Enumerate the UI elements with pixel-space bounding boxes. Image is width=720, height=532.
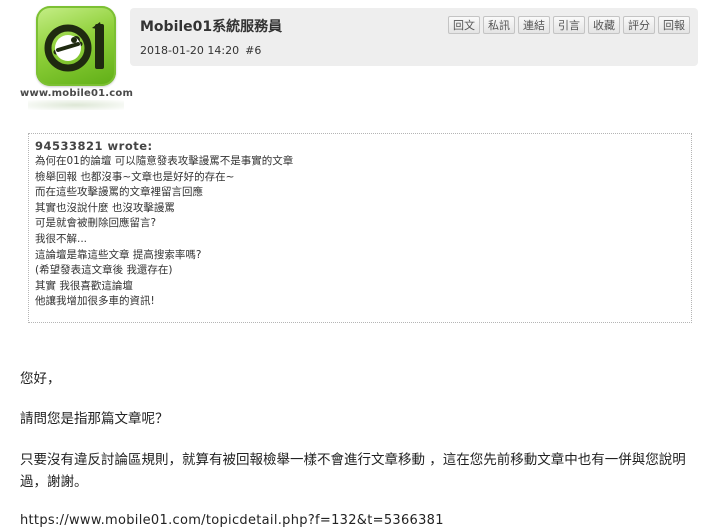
avatar[interactable]: www.mobile01.com <box>20 4 134 110</box>
topic-link[interactable]: https://www.mobile01.com/topicdetail.php… <box>20 513 444 528</box>
quote-line: 他讓我增加很多車的資訊! <box>35 295 155 308</box>
avatar-url: www.mobile01.com <box>20 88 134 99</box>
reply-explanation: 只要沒有違反討論區規則，就算有被回報檢舉一樣不會進行文章移動 ，這在您先前移動文… <box>20 452 686 490</box>
reply-button[interactable]: 回文 <box>448 16 480 34</box>
rate-button[interactable]: 評分 <box>623 16 655 34</box>
avatar-shadow <box>28 100 124 110</box>
link-button[interactable]: 連結 <box>518 16 550 34</box>
report-button[interactable]: 回報 <box>658 16 690 34</box>
quote-button[interactable]: 引言 <box>553 16 585 34</box>
mobile01-logo-icon <box>36 6 116 86</box>
post-date: 2018-01-20 14:20 <box>140 44 240 57</box>
quote-line: 這論壇是靠這些文章 提高搜索率嗎? <box>35 248 202 261</box>
reply-question: 請問您是指那篇文章呢？ <box>20 411 169 427</box>
quote-line: 檢舉回報 也都沒事~文章也是好好的存在~ <box>35 170 235 183</box>
quote-line: 我很不解... <box>35 232 88 245</box>
quote-line: 其實 我很喜歡這論壇 <box>35 279 133 292</box>
reply-greeting: 您好， <box>20 371 61 387</box>
quote-line: 其實也沒說什麼 也沒攻擊謾罵 <box>35 201 175 214</box>
quote-line: 可是就會被刪除回應留言? <box>35 217 157 230</box>
quote-line: 為何在01的論壇 可以隨意發表攻擊謾罵不是事實的文章 <box>35 155 294 167</box>
author-name[interactable]: Mobile01系統服務員 <box>140 16 282 36</box>
quote-author: 94533821 wrote: <box>35 139 153 153</box>
post-header: Mobile01系統服務員 2018-01-20 14:20 #6 回文 私訊 連… <box>130 8 698 66</box>
quote-line: (希望發表這文章後 我還存在) <box>35 264 173 277</box>
private-message-button[interactable]: 私訊 <box>483 16 515 34</box>
post-floor[interactable]: #6 <box>245 44 261 57</box>
post-meta: 2018-01-20 14:20 #6 <box>140 44 261 57</box>
post-actions: 回文 私訊 連結 引言 收藏 評分 回報 <box>448 16 690 34</box>
favorite-button[interactable]: 收藏 <box>588 16 620 34</box>
quote-line: 而在這些攻擊謾罵的文章裡留言回應 <box>35 186 203 199</box>
quote-block: 94533821 wrote: 為何在01的論壇 可以隨意發表攻擊謾罵不是事實的… <box>28 133 692 323</box>
reply-link-line: https://www.mobile01.com/topicdetail.php… <box>20 510 700 532</box>
